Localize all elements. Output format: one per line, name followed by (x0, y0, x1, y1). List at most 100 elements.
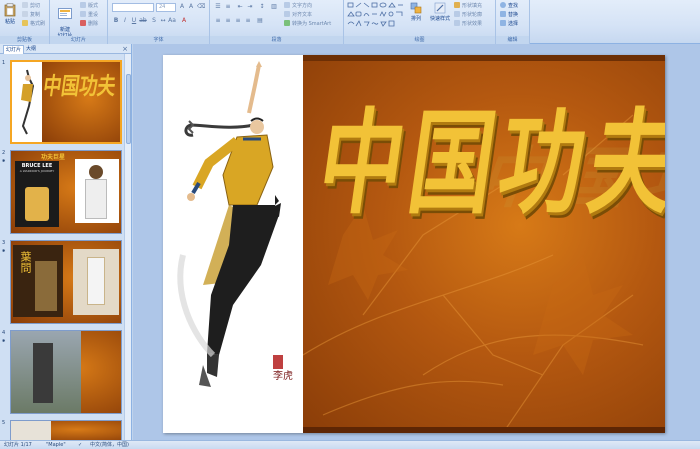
replace-button[interactable]: 替换 (500, 11, 518, 19)
slide-thumbnail-5[interactable] (10, 420, 122, 440)
paste-button[interactable]: 粘贴 (3, 3, 17, 25)
quick-styles-button[interactable]: 快速样式 (428, 2, 452, 22)
select-label: 选择 (508, 21, 519, 27)
find-icon (500, 2, 506, 8)
animation-star-icon: ✱ (2, 158, 6, 163)
tab-slides[interactable]: 幻灯片 (3, 45, 25, 54)
align-right-button[interactable]: ≡ (234, 17, 242, 25)
shape-fill-button[interactable]: 形状填充 (454, 2, 482, 10)
format-painter-button[interactable]: 格式刷 (22, 20, 45, 28)
change-case-button[interactable]: Aa (168, 17, 176, 25)
align-text-button[interactable]: 对齐文本 (284, 11, 312, 19)
align-text-label: 对齐文本 (292, 12, 313, 18)
replace-label: 替换 (508, 12, 519, 18)
slides-group: 新建 幻灯片 版式 重设 删除 幻灯片 (50, 0, 108, 44)
select-button[interactable]: 选择 (500, 20, 518, 28)
arrange-button[interactable]: 排列 (408, 2, 424, 22)
slide-thumbnail-4[interactable] (10, 330, 122, 414)
copy-button[interactable]: 复制 (22, 11, 40, 19)
poster-text: 葉問 (19, 251, 32, 273)
paste-label: 粘贴 (4, 19, 15, 25)
new-slide-icon (58, 8, 72, 19)
actor-photo (75, 159, 119, 223)
theme-name: "Maple" (46, 442, 66, 448)
kungfu-warrior-illustration: 李虎 (177, 61, 293, 387)
align-center-button[interactable]: ≡ (224, 17, 232, 25)
clipboard-group-label: 剪贴板 (0, 36, 49, 44)
justify-button[interactable]: ≡ (244, 17, 252, 25)
reset-button[interactable]: 重设 (80, 11, 98, 19)
font-group: 24 A A ⌫ B I U ab S ↔ Aa A 字体 (108, 0, 210, 44)
replace-icon (500, 11, 506, 17)
smartart-label: 转换为 SmartArt (292, 21, 332, 27)
bold-button[interactable]: B (112, 17, 120, 25)
smartart-button[interactable]: 转换为 SmartArt (284, 20, 331, 28)
numbering-button[interactable]: ≡ (224, 3, 232, 11)
spacing-button[interactable]: ↔ (159, 17, 167, 25)
drawing-group-label: 绘图 (344, 36, 495, 44)
strikethrough-button[interactable]: ab (139, 17, 147, 25)
shape-fill-label: 形状填充 (462, 3, 483, 9)
clear-format-button[interactable]: ⌫ (197, 3, 205, 11)
new-slide-button[interactable]: 新建 幻灯片 (54, 2, 76, 39)
shapes-gallery-icon[interactable] (347, 2, 405, 28)
shrink-font-button[interactable]: A (187, 3, 195, 11)
shadow-button[interactable]: S (150, 17, 158, 25)
bruce-lee-cover: BRUCE LEE A WARRIOR'S JOURNEY (15, 161, 59, 227)
close-panel-icon[interactable]: × (122, 44, 128, 54)
slide-thumbnail-1[interactable]: 中国功夫 (10, 60, 122, 144)
grow-font-button[interactable]: A (178, 3, 186, 11)
smartart-icon (284, 20, 290, 26)
status-bar: 幻灯片 1/17 "Maple" ✓ 中文(简体，中国) (0, 440, 700, 449)
find-button[interactable]: 查找 (500, 2, 518, 10)
delete-icon (80, 20, 86, 26)
slide-title[interactable]: 中国功夫 (310, 73, 665, 236)
shape-effects-button[interactable]: 形状效果 (454, 20, 482, 28)
font-color-button[interactable]: A (180, 17, 188, 25)
kungfu-figure-thumb-icon (21, 69, 35, 135)
decrease-indent-button[interactable]: ⇤ (236, 3, 244, 11)
reset-icon (80, 11, 86, 17)
slide-thumbnail-3[interactable]: 葉問 (10, 240, 122, 324)
slide-image-panel: 李虎 (163, 55, 303, 433)
effects-icon (454, 20, 460, 26)
slide-counter: 幻灯片 1/17 (4, 442, 32, 448)
line-spacing-button[interactable]: ↕ (258, 3, 266, 11)
font-name-combo[interactable] (112, 3, 154, 12)
animation-star-icon: ✱ (2, 248, 6, 253)
scrollbar-thumb[interactable] (126, 74, 131, 144)
find-label: 查找 (508, 3, 519, 9)
thumb-title: 中国功夫 (41, 73, 118, 101)
shape-effects-label: 形状效果 (462, 21, 483, 27)
spellcheck-icon[interactable]: ✓ (78, 441, 82, 449)
editing-group-label: 编辑 (496, 36, 529, 44)
shape-outline-button[interactable]: 形状轮廓 (454, 11, 482, 19)
brush-icon (22, 20, 28, 26)
bullets-button[interactable]: ☰ (214, 3, 222, 11)
align-left-button[interactable]: ≡ (214, 17, 222, 25)
cut-button[interactable]: 剪切 (22, 2, 40, 10)
font-size-combo[interactable]: 24 (156, 3, 176, 12)
slide-canvas[interactable]: 李虎 中国功夫 中国功夫 (163, 55, 665, 433)
tab-outline[interactable]: 大纲 (24, 45, 38, 54)
thumb-number: 3 (2, 240, 6, 246)
distribute-button[interactable]: ▤ (256, 17, 264, 25)
panel-scrollbar[interactable] (124, 54, 131, 440)
copy-label: 复制 (30, 12, 41, 18)
increase-indent-button[interactable]: ⇥ (246, 3, 254, 11)
shape-outline-label: 形状轮廓 (462, 12, 483, 18)
thumb-number: 1 (2, 60, 6, 66)
delete-button[interactable]: 删除 (80, 20, 98, 28)
underline-button[interactable]: U (130, 17, 138, 25)
italic-button[interactable]: I (121, 17, 129, 25)
slide-thumbnail-2[interactable]: 功夫巨星 BRUCE LEE A WARRIOR'S JOURNEY (10, 150, 122, 234)
columns-button[interactable]: ▥ (270, 3, 278, 11)
language-indicator[interactable]: 中文(简体，中国) (90, 441, 129, 449)
quick-styles-icon (434, 2, 446, 14)
text-direction-button[interactable]: 文字方向 (284, 2, 312, 10)
cut-label: 剪切 (30, 3, 41, 9)
paragraph-group: ☰ ≡ ⇤ ⇥ ↕ ▥ 文字方向 ≡ ≡ ≡ ≡ ▤ 对齐文本 转换为 Smar… (210, 0, 344, 44)
layout-label: 版式 (88, 3, 99, 9)
reset-label: 重设 (88, 12, 99, 18)
layout-button[interactable]: 版式 (80, 2, 98, 10)
